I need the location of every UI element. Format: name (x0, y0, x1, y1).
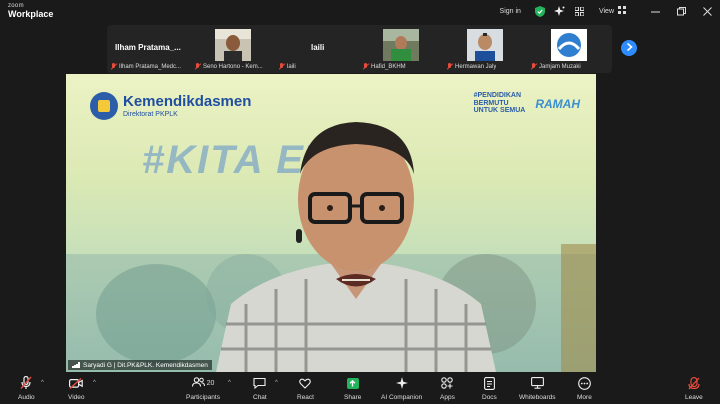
shield-check-icon[interactable] (533, 4, 547, 18)
participant-thumbnail (383, 29, 419, 61)
chat-icon (253, 375, 266, 391)
meeting-toolbar: Audio ^ Video ^ 20 Participants ^ Chat ^… (0, 373, 720, 404)
apps-button[interactable]: Apps (440, 375, 455, 403)
heart-icon (299, 375, 312, 391)
more-label: More (577, 394, 592, 401)
title-bar: zoom Workplace Sign in View (0, 0, 720, 22)
ramah-logo: RAMAH (535, 96, 580, 111)
signal-strength-icon (72, 362, 80, 368)
leave-label: Leave (685, 394, 703, 401)
mic-muted-icon (531, 63, 537, 70)
participant-label: Seno Hartono - Kem... (195, 62, 263, 71)
participant-label: Hermawan Jaly (447, 62, 496, 71)
whiteboards-label: Whiteboards (519, 394, 556, 401)
apps-label: Apps (440, 394, 455, 401)
speaker-name-tag: Saryadi G | Dit.PK&PLK. Kemendikdasmen (68, 360, 212, 370)
react-button[interactable]: React (297, 375, 314, 403)
participants-label: Participants (186, 394, 220, 401)
sparkle-icon[interactable] (553, 4, 567, 18)
mic-muted-icon (279, 63, 285, 70)
audio-label: Audio (18, 394, 35, 401)
share-screen-icon (346, 377, 359, 389)
sign-in-link[interactable]: Sign in (500, 8, 521, 15)
audio-options-caret-icon[interactable]: ^ (41, 380, 44, 386)
chevron-right-icon (626, 42, 633, 53)
ai-sparkle-icon (395, 375, 408, 391)
participant-tile[interactable]: Jamjam Muzaki (527, 25, 611, 73)
view-label: View (598, 7, 614, 15)
speaker-name: Saryadi G | Dit.PK&PLK. Kemendikdasmen (83, 361, 208, 369)
more-dots-icon (578, 375, 591, 391)
participant-tile[interactable]: Ilham Pratama_... Ilham Pratama_Medc... (107, 25, 191, 73)
share-icon-wrap (346, 375, 359, 391)
share-button[interactable]: Share (344, 375, 361, 403)
participant-label: Hafid_BKHM (363, 62, 406, 71)
restore-icon[interactable] (668, 0, 694, 22)
participants-icon (191, 376, 205, 390)
participants-button[interactable]: 20 Participants (186, 375, 220, 403)
ministry-seal-icon (90, 92, 118, 120)
chat-button[interactable]: Chat (253, 375, 267, 403)
mic-muted-icon (363, 63, 369, 70)
docs-label: Docs (482, 394, 497, 401)
share-label: Share (344, 394, 362, 401)
participant-display-name: Ilham Pratama_... (115, 43, 181, 52)
close-icon[interactable] (694, 0, 720, 22)
zoom-logo: zoom Workplace (8, 3, 53, 19)
participant-tile[interactable]: Hafid_BKHM (359, 25, 443, 73)
participant-tile[interactable]: Hermawan Jaly (443, 25, 527, 73)
speaker-video: Kemendikdasmen Direktorat PKPLK #KITA EW… (66, 74, 596, 372)
participant-strip: Ilham Pratama_... Ilham Pratama_Medc... … (107, 25, 612, 73)
participant-thumbnail (215, 29, 251, 61)
participant-thumbnail (551, 29, 587, 61)
next-page-button[interactable] (621, 40, 637, 56)
video-off-icon (69, 375, 84, 391)
react-label: React (297, 394, 314, 401)
chat-options-caret-icon[interactable]: ^ (275, 380, 278, 386)
grid-icon[interactable] (573, 4, 587, 18)
view-menu[interactable]: View (599, 6, 626, 16)
mic-muted-icon (447, 63, 453, 70)
participant-label: Jamjam Muzaki (531, 62, 581, 71)
more-button[interactable]: More (577, 375, 592, 403)
video-label: Video (68, 394, 85, 401)
video-button[interactable]: Video (68, 375, 85, 403)
ai-companion-button[interactable]: AI Companion (381, 375, 422, 403)
view-grid-icon (618, 6, 626, 16)
speaker-person (216, 122, 496, 372)
participant-tile[interactable]: Seno Hartono - Kem... (191, 25, 275, 73)
audio-button[interactable]: Audio (18, 375, 35, 403)
chat-label: Chat (253, 394, 267, 401)
ai-companion-label: AI Companion (381, 394, 423, 401)
participant-thumbnail (467, 29, 503, 61)
mic-muted-icon (20, 375, 32, 391)
docs-icon (483, 375, 495, 391)
logo-line2: Workplace (8, 9, 54, 19)
minimize-icon[interactable] (642, 0, 668, 22)
participant-count: 20 (206, 379, 215, 387)
docs-button[interactable]: Docs (482, 375, 497, 403)
leave-button[interactable]: Leave (685, 375, 703, 403)
participant-display-name: laili (311, 43, 325, 52)
apps-icon (441, 375, 454, 391)
participants-options-caret-icon[interactable]: ^ (228, 380, 231, 386)
mic-muted-icon (111, 63, 117, 70)
mic-muted-icon (195, 63, 201, 70)
participant-label: Ilham Pratama_Medc... (111, 62, 181, 71)
participant-tile[interactable]: laili laili (275, 25, 359, 73)
video-options-caret-icon[interactable]: ^ (93, 380, 96, 386)
whiteboards-button[interactable]: Whiteboards (519, 375, 556, 403)
leave-icon (688, 375, 700, 391)
whiteboard-icon (530, 375, 544, 391)
participant-label: laili (279, 62, 296, 71)
participants-icon-wrap: 20 (191, 375, 215, 391)
